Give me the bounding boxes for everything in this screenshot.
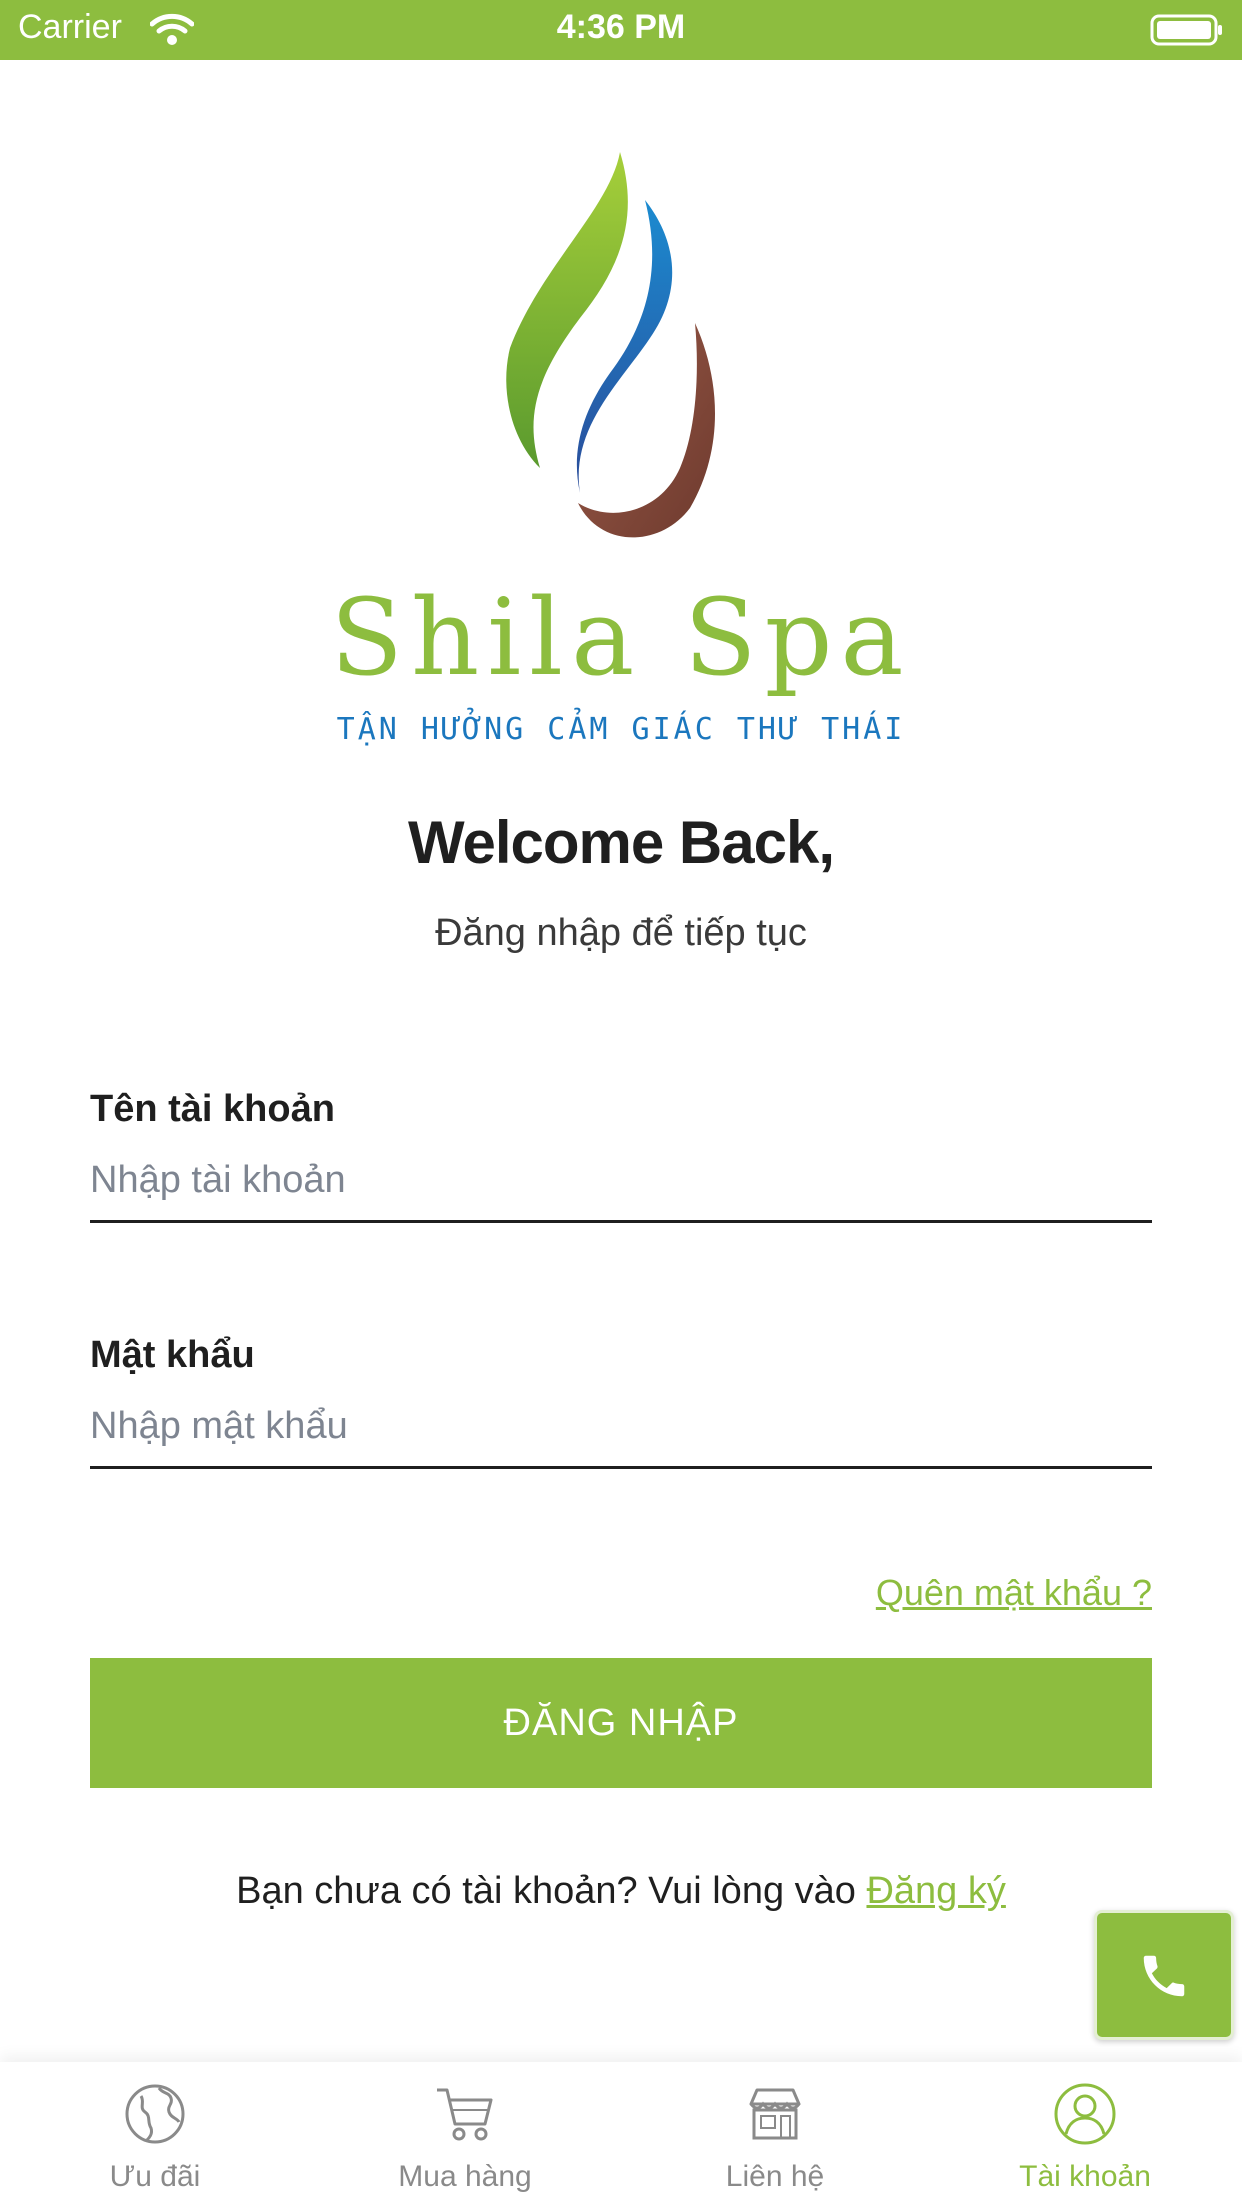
forgot-password-link[interactable]: Quên mật khẩu ? — [876, 1572, 1152, 1614]
battery-icon — [1150, 14, 1222, 46]
password-label: Mật khẩu — [90, 1334, 255, 1376]
signup-prompt-text: Bạn chưa có tài khoản? Vui lòng vào — [236, 1870, 867, 1912]
tab-uu-dai[interactable]: Ưu đãi — [0, 2062, 310, 2208]
tab-tai-khoan[interactable]: Tài khoản — [930, 2062, 1240, 2208]
tab-label: Mua hàng — [398, 2160, 532, 2193]
logo-tagline: TẬN HƯỞNG CẢM GIÁC THƯ THÁI — [336, 712, 906, 747]
tab-label: Liên hệ — [725, 2160, 825, 2193]
store-icon — [749, 2088, 801, 2140]
tab-label: Ưu đãi — [109, 2160, 201, 2193]
password-input[interactable] — [90, 1386, 1152, 1469]
call-button[interactable] — [1094, 1910, 1234, 2040]
cart-icon — [437, 2088, 493, 2141]
status-time: 4:36 PM — [556, 8, 686, 46]
username-input[interactable] — [90, 1140, 1152, 1223]
user-icon — [1054, 2083, 1116, 2145]
phone-icon — [1143, 1955, 1185, 1997]
welcome-title: Welcome Back, — [407, 809, 835, 876]
signup-prompt: Bạn chưa có tài khoản? Vui lòng vào Đăng… — [0, 1870, 1242, 1913]
tab-mua-hang[interactable]: Mua hàng — [310, 2062, 620, 2208]
tab-lien-he[interactable]: Liên hệ — [620, 2062, 930, 2208]
status-bar: Carrier 4:36 PM — [0, 0, 1242, 60]
signup-link[interactable]: Đăng ký — [866, 1870, 1005, 1912]
tab-bar: Ưu đãi Mua hàng Liên hệ Tài khoản — [0, 2062, 1242, 2208]
logo-drop-icon — [506, 152, 715, 538]
username-label: Tên tài khoản — [90, 1088, 335, 1130]
globe-icon — [125, 2084, 185, 2144]
tab-label: Tài khoản — [1019, 2160, 1151, 2193]
login-button[interactable]: ĐĂNG NHẬP — [90, 1658, 1152, 1788]
welcome-subtitle: Đăng nhập để tiếp tục — [435, 912, 807, 954]
logo-wordmark: Shila Spa — [330, 576, 912, 699]
